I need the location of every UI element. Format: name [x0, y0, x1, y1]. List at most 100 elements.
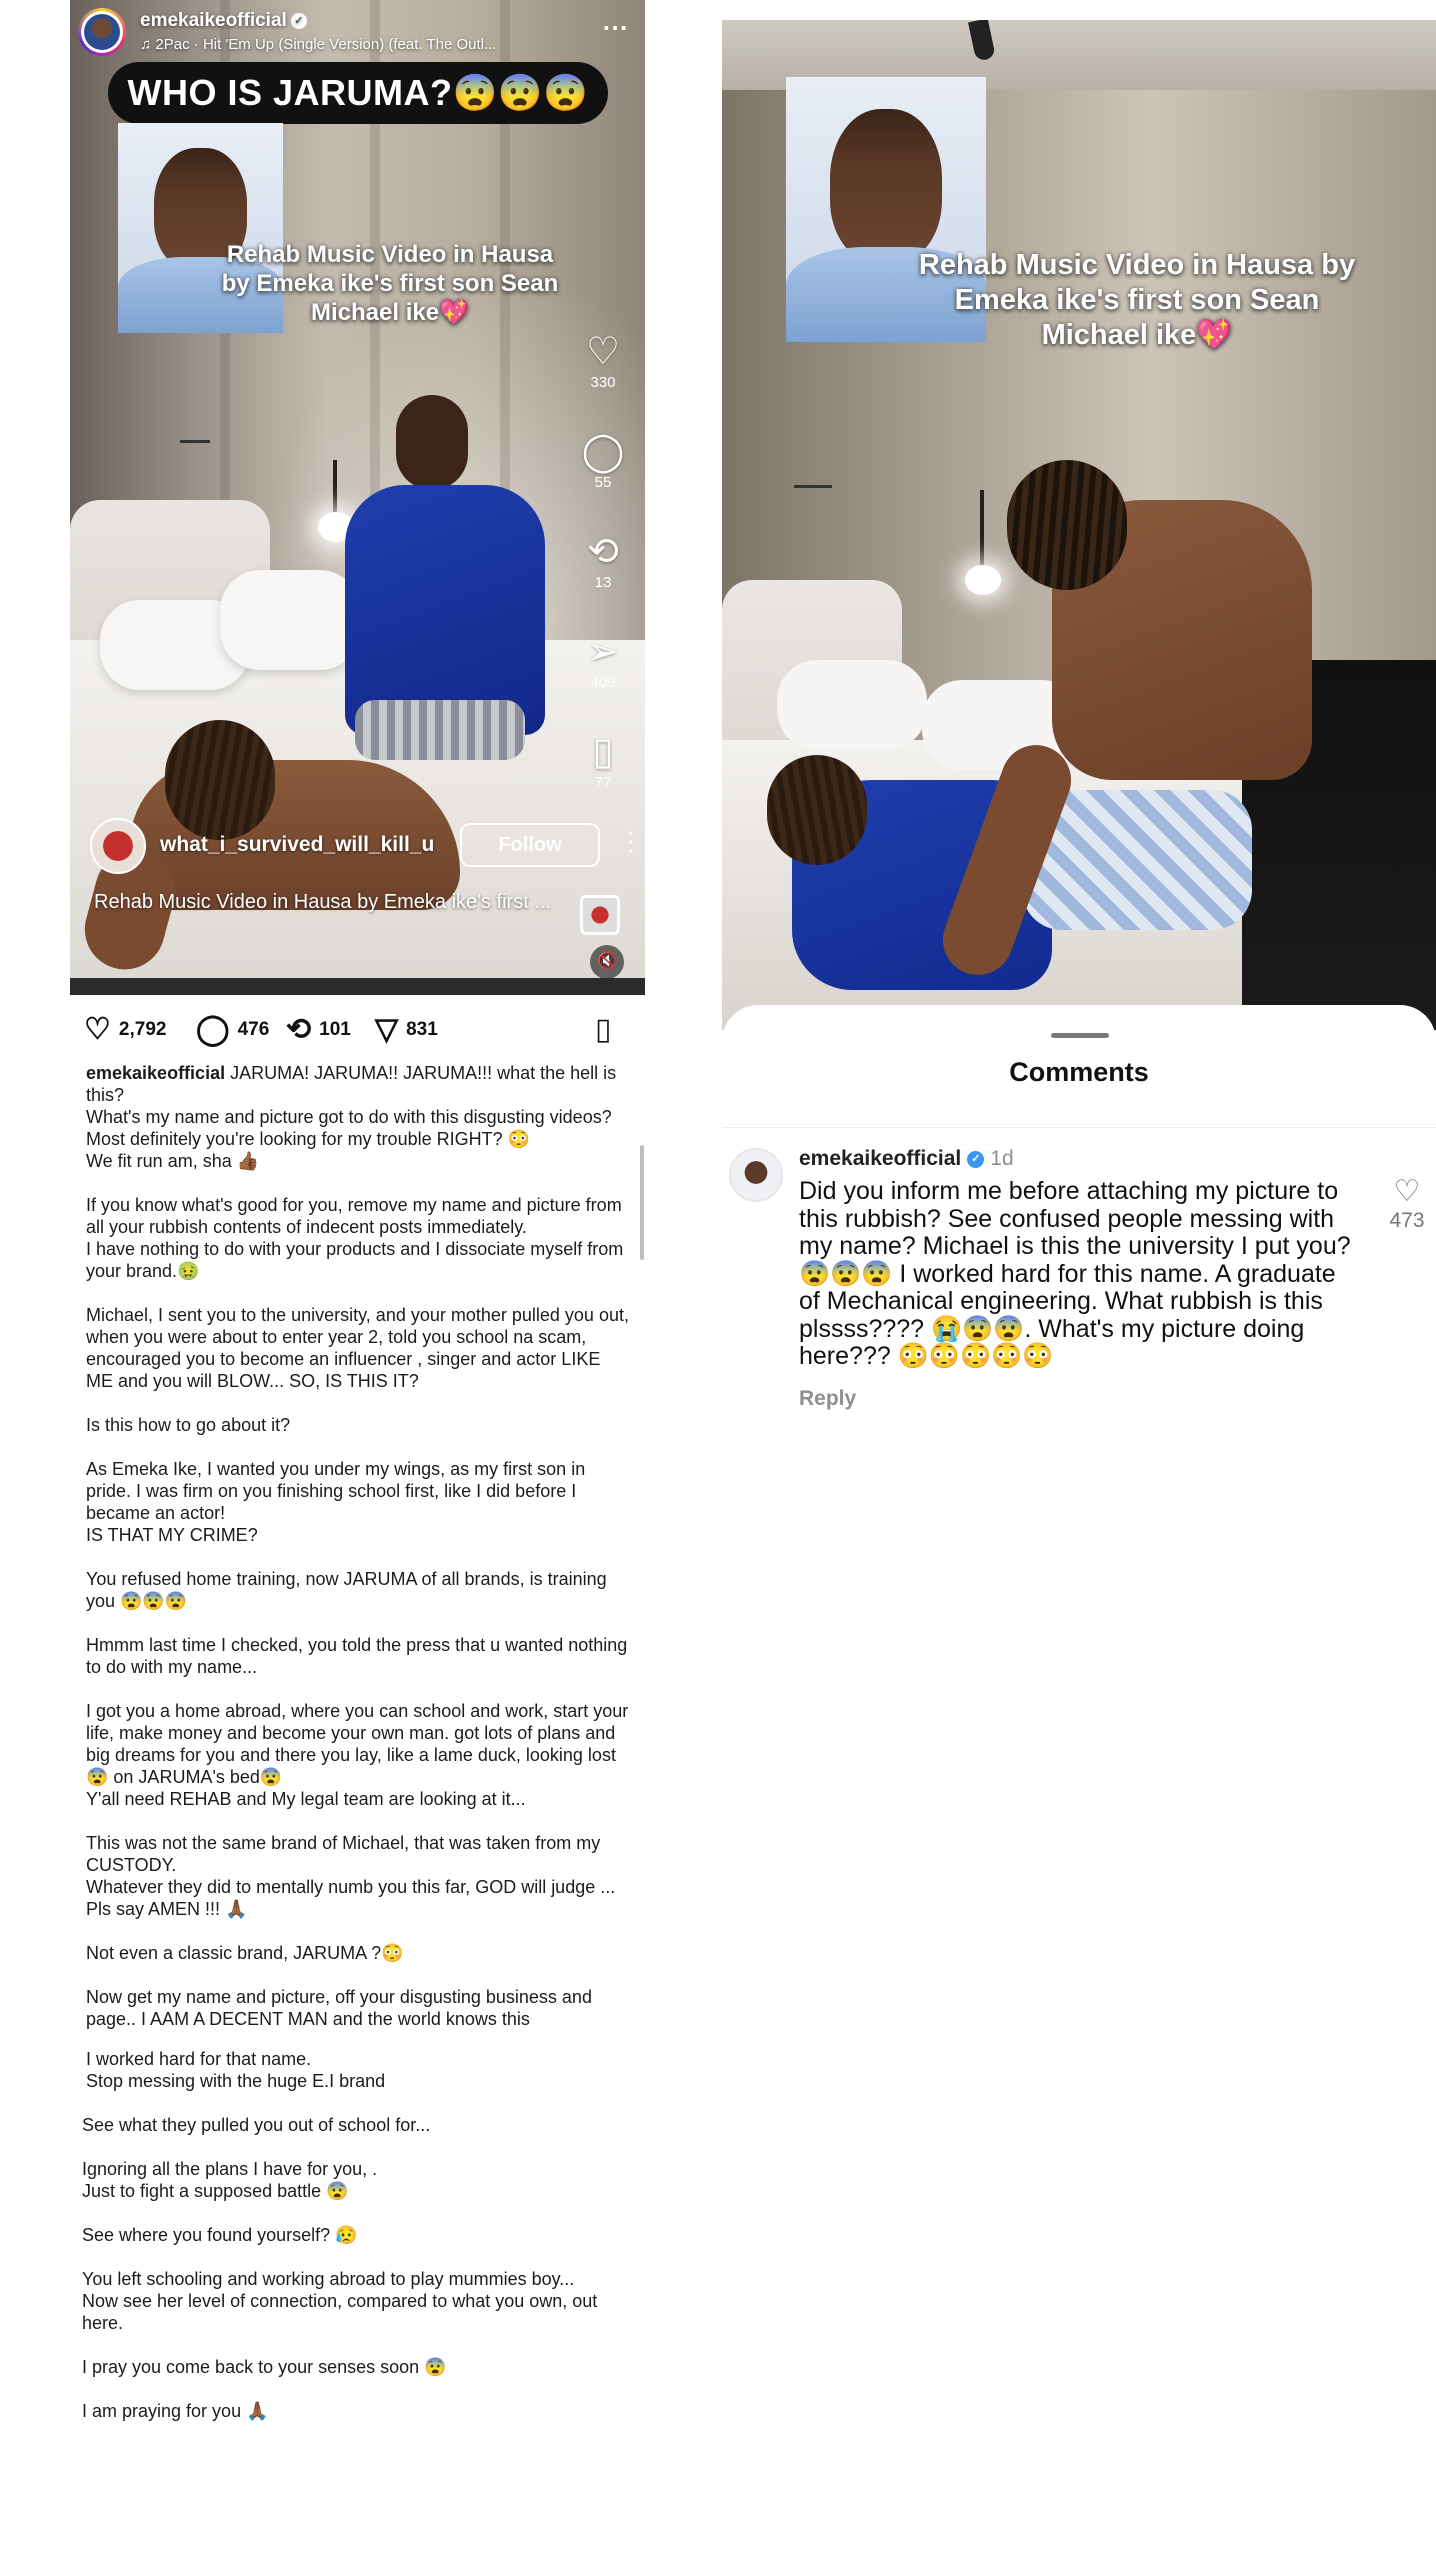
lamp-cord [980, 490, 984, 568]
post-action-bar: ♡ 2,792 ◯ 476 ⟲ 101 ▽ 831 ▯ [70, 1008, 645, 1052]
caption-paragraph: emekaikeofficial JARUMA! JARUMA!! JARUMA… [86, 1062, 631, 1172]
heart-icon[interactable]: ♡ [1382, 1175, 1432, 1209]
caption-paragraph: If you know what's good for you, remove … [86, 1195, 624, 1281]
bookmark-icon[interactable]: ▯ [595, 1012, 612, 1047]
woman-figure-head [396, 395, 468, 490]
comment-username[interactable]: emekaikeofficial [799, 1147, 961, 1170]
reel-caption[interactable]: Rehab Music Video in Hausa by Emeka ike'… [94, 890, 564, 914]
comments-sheet: Comments emekaikeofficial ✓ 1d Did you inf… [722, 1005, 1436, 2560]
pillow [777, 660, 927, 750]
wall-fixture [794, 485, 832, 488]
share-count: 409 [590, 674, 616, 691]
comments-title: Comments [1009, 1057, 1149, 1087]
sheet-drag-handle[interactable] [1051, 1033, 1109, 1038]
heart-icon[interactable]: ♡ [84, 1015, 111, 1045]
comment-icon[interactable]: ◯ [578, 430, 628, 474]
wall-fixture [180, 440, 210, 443]
save-count: 77 [594, 774, 612, 791]
caption-paragraph: Now get my name and picture, off your di… [86, 1987, 592, 2029]
comment-count: 55 [594, 474, 612, 491]
audio-thumbnail[interactable] [580, 895, 620, 935]
poster-avatar[interactable] [90, 818, 146, 874]
woman-figure [345, 485, 545, 735]
poster-row: what_i_survived_will_kill_u Follow ⋮ [90, 818, 644, 878]
caption-paragraph: I am praying for you 🙏🏾 [82, 2401, 269, 2421]
story-avatar[interactable] [78, 8, 126, 56]
caption-paragraph: Ignoring all the plans I have for you, .… [82, 2159, 378, 2201]
caption-scrollbar[interactable] [640, 1145, 644, 1260]
music-title[interactable]: 2Pac · Hit 'Em Up (Single Version) (feat… [155, 36, 496, 53]
verified-icon: ✓ [967, 1150, 985, 1168]
comment-avatar[interactable] [729, 1148, 783, 1202]
reel-header: emekaikeofficial ✓ ♫ 2Pac · Hit 'Em Up (S… [78, 8, 635, 58]
video-overlay-text: Rehab Music Video in Hausa by Emeka ike'… [221, 241, 559, 326]
send-icon[interactable]: ▽ [375, 1015, 398, 1045]
comment-action[interactable]: ◯ 55 [578, 430, 628, 491]
caption-paragraph: I worked hard for that name. Stop messin… [86, 2049, 386, 2091]
caption-username[interactable]: emekaikeofficial [86, 1063, 225, 1083]
post-panel: emekaikeofficial ✓ ♫ 2Pac · Hit 'Em Up (S… [70, 0, 645, 2560]
comment-header: emekaikeofficial ✓ 1d [799, 1147, 1014, 1171]
heart-icon[interactable]: ♡ [578, 330, 628, 374]
woman-skirt [355, 700, 525, 760]
comment-like[interactable]: ♡ 473 [1382, 1175, 1432, 1233]
post-like-count: 2,792 [118, 1019, 167, 1040]
comment-text: Did you inform me before attaching my pi… [799, 1177, 1351, 1370]
like-action[interactable]: ♡ 330 [578, 330, 628, 391]
reel-username[interactable]: emekaikeofficial ✓ [140, 10, 307, 32]
caption-paragraph: Is this how to go about it? [86, 1415, 291, 1435]
music-info[interactable]: ♫ 2Pac · Hit 'Em Up (Single Version) (fe… [140, 36, 496, 53]
caption-paragraph: Michael, I sent you to the university, a… [86, 1305, 629, 1391]
man-figure-head [1007, 460, 1127, 590]
share-action[interactable]: ➢ 409 [578, 630, 628, 691]
post-share-action[interactable]: ▽ 831 [375, 1008, 438, 1052]
repost-action[interactable]: ⟲ 13 [578, 530, 628, 591]
caption-paragraph: Hmmm last time I checked, you told the p… [86, 1635, 628, 1677]
reel-video-background: Rehab Music Video in Hausa by Emeka ike'… [722, 20, 1436, 1030]
comment-like-count: 473 [1389, 1209, 1425, 1232]
reel-username-text[interactable]: emekaikeofficial [140, 10, 287, 31]
music-note-icon: ♫ [140, 36, 156, 53]
send-icon[interactable]: ➢ [578, 630, 628, 674]
post-like-action[interactable]: ♡ 2,792 [84, 1008, 166, 1052]
comment-icon[interactable]: ◯ [196, 1015, 230, 1045]
caption-paragraph: You left schooling and working abroad to… [82, 2269, 598, 2333]
caption-paragraph: I pray you come back to your senses soon… [82, 2357, 447, 2377]
muted-speaker-icon[interactable]: 🔇 [590, 945, 624, 979]
post-caption: emekaikeofficial JARUMA! JARUMA!! JARUMA… [82, 1062, 631, 2444]
repost-icon[interactable]: ⟲ [286, 1015, 311, 1045]
caption-paragraph: Not even a classic brand, JARUMA ?😳 [86, 1943, 404, 1963]
post-comment-action[interactable]: ◯ 476 [196, 1008, 269, 1052]
video-progress-bar[interactable] [70, 978, 645, 995]
like-count: 330 [590, 374, 616, 391]
post-comment-count: 476 [237, 1019, 270, 1040]
caption-paragraph: This was not the same brand of Michael, … [86, 1833, 616, 1919]
caption-paragraph: See what they pulled you out of school f… [82, 2115, 431, 2135]
divider [722, 1127, 1436, 1128]
reply-button[interactable]: Reply [799, 1387, 856, 1411]
repost-count: 13 [594, 574, 612, 591]
repost-icon[interactable]: ⟲ [578, 530, 628, 574]
comment-timestamp: 1d [990, 1147, 1014, 1170]
vertical-more-icon[interactable]: ⋮ [618, 826, 644, 857]
comments-panel: Rehab Music Video in Hausa by Emeka ike'… [722, 0, 1436, 2560]
more-options-icon[interactable]: ⋯ [602, 12, 629, 43]
caption-paragraph: You refused home training, now JARUMA of… [86, 1569, 607, 1611]
headline-banner: WHO IS JARUMA?😨😨😨 [108, 62, 608, 124]
save-action[interactable]: ▯ 77 [578, 730, 628, 791]
woman-figure-head [767, 755, 867, 865]
caption-paragraph: See where you found yourself? 😥 [82, 2225, 358, 2245]
follow-button[interactable]: Follow [460, 823, 600, 867]
caption-paragraph: As Emeka Ike, I wanted you under my wing… [86, 1459, 586, 1545]
video-overlay-text: Rehab Music Video in Hausa by Emeka ike'… [918, 249, 1356, 351]
verified-icon: ✓ [290, 12, 307, 29]
poster-username[interactable]: what_i_survived_will_kill_u [160, 833, 434, 857]
bookmark-icon[interactable]: ▯ [578, 730, 628, 774]
post-share-count: 831 [406, 1019, 438, 1040]
lamp-cord [333, 460, 337, 515]
reel-video[interactable]: emekaikeofficial ✓ ♫ 2Pac · Hit 'Em Up (S… [70, 0, 645, 995]
post-repost-action[interactable]: ⟲ 101 [286, 1008, 351, 1052]
caption-paragraph: I got you a home abroad, where you can s… [86, 1701, 629, 1809]
pendant-lamp [965, 565, 1001, 595]
pillow [220, 570, 360, 670]
